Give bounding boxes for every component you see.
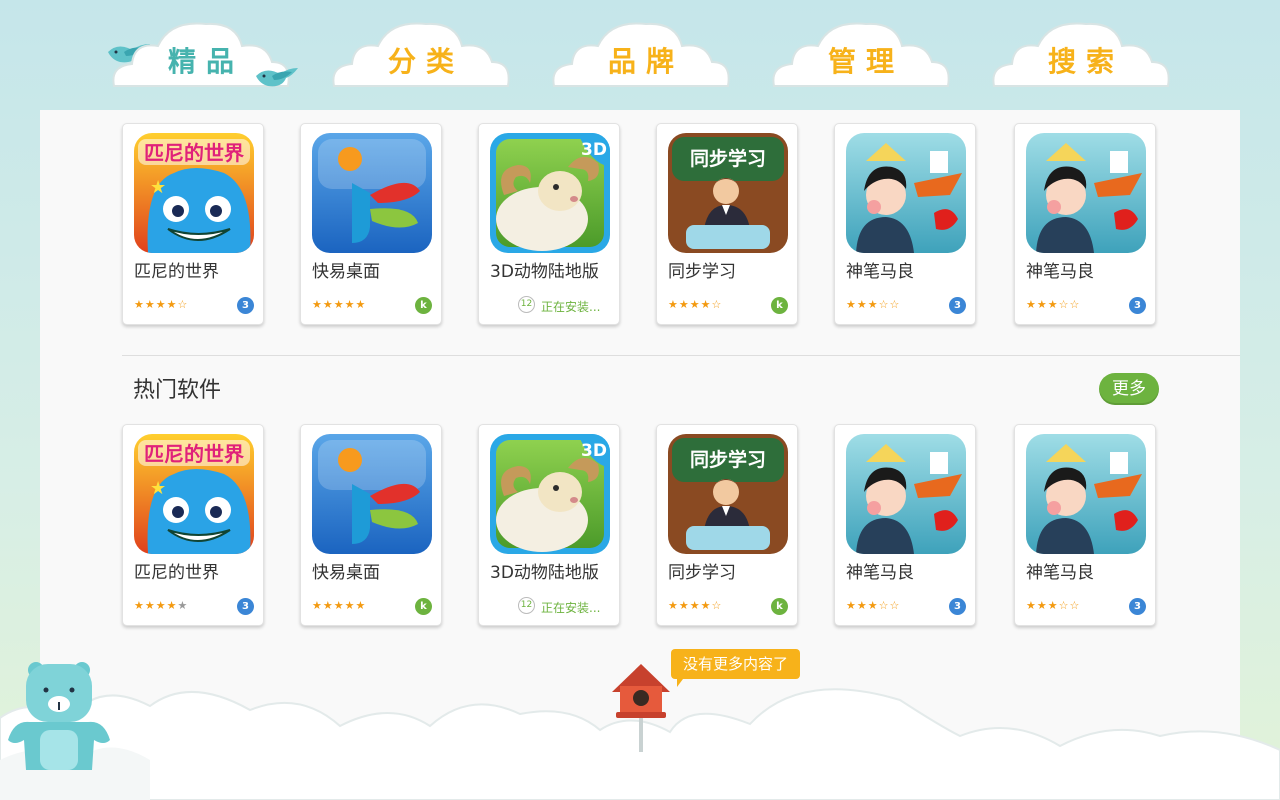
app-name: 匹尼的世界	[134, 262, 219, 282]
shenbi-maliang-icon	[846, 133, 966, 253]
tab-label: 搜索	[1047, 45, 1124, 78]
rating-stars: ★★★☆☆	[846, 599, 901, 612]
kuaiyi-desktop-icon	[312, 133, 432, 253]
rating-stars: ★★★☆☆	[1026, 599, 1081, 612]
bear-mascot-icon	[8, 662, 110, 770]
app-name: 神笔马良	[846, 262, 914, 282]
app-name: 3D动物陆地版	[490, 262, 599, 282]
app-name: 3D动物陆地版	[490, 563, 599, 583]
tongbu-xuexi-icon: 同步学习	[668, 434, 788, 554]
app-card[interactable]: 同步学习 同步学习 ★★★★☆ k	[656, 424, 798, 626]
app-card[interactable]: 神笔马良 ★★★☆☆ 3	[1014, 424, 1156, 626]
app-card[interactable]: 匹尼的世界 ★ 匹尼的世界 ★★★★★ 3	[122, 424, 264, 626]
source-badge: k	[415, 297, 432, 314]
tab-sousuo[interactable]: 搜索	[990, 18, 1172, 88]
source-badge: 3	[1129, 598, 1146, 615]
rating-stars: ★★★☆☆	[1026, 298, 1081, 311]
tab-guanli[interactable]: 管理	[770, 18, 952, 88]
app-card[interactable]: 3D 3D动物陆地版 12 正在安装...	[478, 123, 620, 325]
svg-text:同步学习: 同步学习	[690, 448, 766, 471]
app-name: 神笔马良	[846, 563, 914, 583]
svg-text:匹尼的世界: 匹尼的世界	[144, 141, 244, 165]
svg-text:3D: 3D	[581, 441, 607, 461]
source-badge: 3	[949, 598, 966, 615]
3d-sheep-icon: 3D	[490, 133, 610, 253]
svg-text:3D: 3D	[581, 140, 607, 160]
shenbi-maliang-icon	[1026, 133, 1146, 253]
rating-stars: ★★★★★	[312, 599, 367, 612]
featured-app-row: 匹尼的世界 ★ 匹尼的世界 ★★★★☆ 3 快易桌面 ★★★★★ k 3D 3D…	[122, 123, 1162, 325]
rating-stars: ★★★★☆	[668, 298, 723, 311]
tongbu-xuexi-icon: 同步学习	[668, 133, 788, 253]
app-card[interactable]: 3D 3D动物陆地版 12 正在安装...	[478, 424, 620, 626]
app-card[interactable]: 同步学习 同步学习 ★★★★☆ k	[656, 123, 798, 325]
source-badge: k	[415, 598, 432, 615]
shenbi-maliang-icon	[846, 434, 966, 554]
more-button[interactable]: 更多	[1099, 373, 1159, 405]
install-progress-icon: 12	[518, 296, 535, 313]
pini-world-icon: 匹尼的世界 ★	[134, 434, 254, 554]
app-name: 神笔马良	[1026, 563, 1094, 583]
svg-text:匹尼的世界: 匹尼的世界	[144, 442, 244, 466]
shenbi-maliang-icon	[1026, 434, 1146, 554]
app-card[interactable]: 快易桌面 ★★★★★ k	[300, 123, 442, 325]
rating-stars: ★★★★☆	[668, 599, 723, 612]
svg-text:★: ★	[150, 478, 166, 499]
bird-icon	[256, 68, 298, 87]
source-badge: k	[771, 598, 788, 615]
app-card[interactable]: 神笔马良 ★★★☆☆ 3	[834, 424, 976, 626]
svg-text:★: ★	[150, 177, 166, 198]
3d-sheep-icon: 3D	[490, 434, 610, 554]
birdhouse-icon	[612, 664, 670, 752]
tab-label: 品牌	[607, 45, 684, 78]
rating-stars: ★★★★☆	[134, 298, 189, 311]
tab-bar: 精品 分类 品牌 管理 搜索	[0, 0, 1280, 110]
app-card[interactable]: 神笔马良 ★★★☆☆ 3	[1014, 123, 1156, 325]
app-name: 同步学习	[668, 563, 736, 583]
source-badge: 3	[237, 598, 254, 615]
app-name: 快易桌面	[312, 563, 380, 583]
tab-label: 管理	[827, 45, 904, 78]
install-status: 正在安装...	[541, 601, 601, 615]
install-status: 正在安装...	[541, 300, 601, 314]
app-card[interactable]: 匹尼的世界 ★ 匹尼的世界 ★★★★☆ 3	[122, 123, 264, 325]
tab-label: 分类	[387, 45, 464, 78]
source-badge: 3	[1129, 297, 1146, 314]
source-badge: k	[771, 297, 788, 314]
source-badge: 3	[949, 297, 966, 314]
section-divider	[122, 355, 1240, 356]
rating-stars: ★★★★★	[312, 298, 367, 311]
app-card[interactable]: 快易桌面 ★★★★★ k	[300, 424, 442, 626]
source-badge: 3	[237, 297, 254, 314]
app-name: 匹尼的世界	[134, 563, 219, 583]
kuaiyi-desktop-icon	[312, 434, 432, 554]
pini-world-icon: 匹尼的世界 ★	[134, 133, 254, 253]
install-progress-icon: 12	[518, 597, 535, 614]
hot-app-row: 匹尼的世界 ★ 匹尼的世界 ★★★★★ 3 快易桌面 ★★★★★ k 3D 3D…	[122, 424, 1162, 626]
rating-stars: ★★★★★	[134, 599, 189, 612]
app-name: 快易桌面	[312, 262, 380, 282]
section-title: 热门软件	[133, 378, 222, 403]
tab-fenlei[interactable]: 分类	[330, 18, 512, 88]
no-more-content-tooltip: 没有更多内容了	[671, 649, 801, 687]
app-name: 神笔马良	[1026, 262, 1094, 282]
app-card[interactable]: 神笔马良 ★★★☆☆ 3	[834, 123, 976, 325]
svg-text:同步学习: 同步学习	[690, 147, 766, 170]
app-name: 同步学习	[668, 262, 736, 282]
rating-stars: ★★★☆☆	[846, 298, 901, 311]
tab-pinpai[interactable]: 品牌	[550, 18, 732, 88]
